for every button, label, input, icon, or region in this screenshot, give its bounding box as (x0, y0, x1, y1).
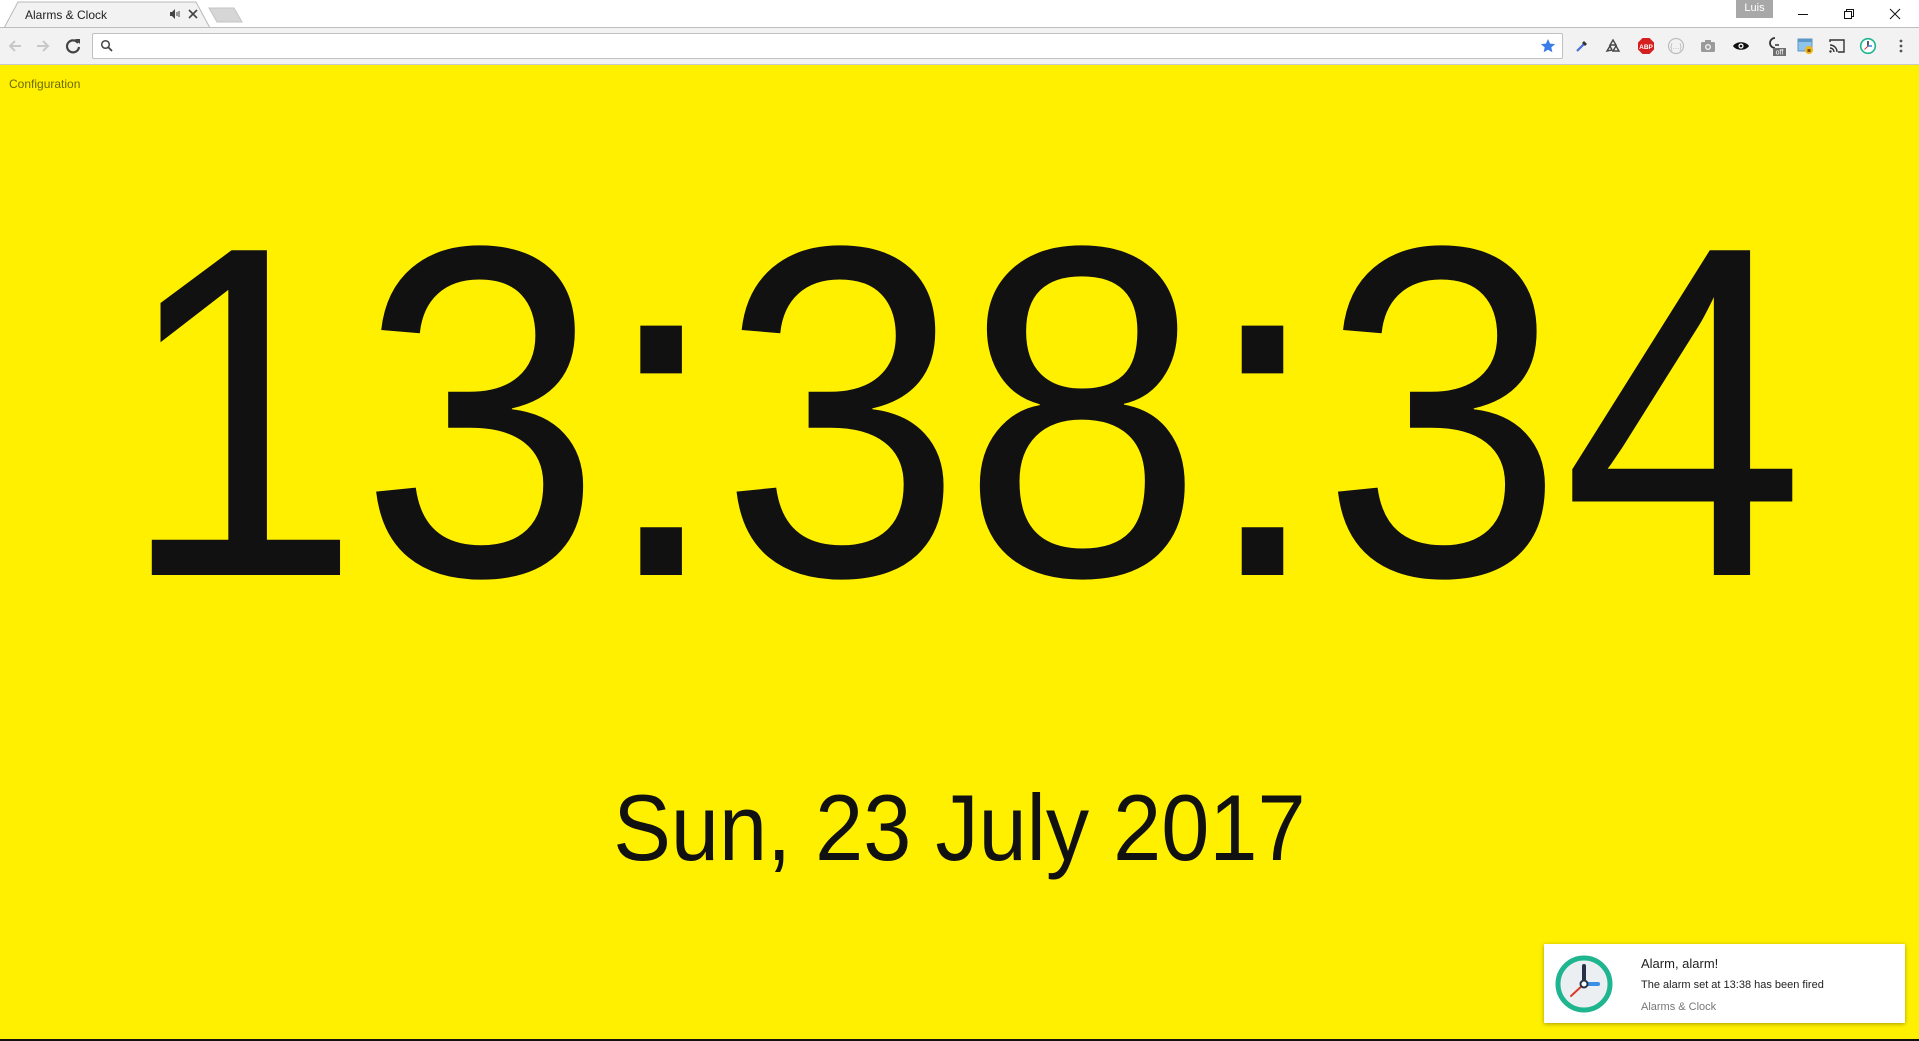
search-icon (100, 39, 113, 52)
notification-message: The alarm set at 13:38 has been fired (1641, 979, 1824, 991)
caffeine-off-icon: off (1769, 37, 1786, 57)
forward-button[interactable] (32, 35, 54, 57)
braces-icon: {…} (1667, 37, 1685, 55)
browser-toolbar: ABP {…} off (0, 28, 1919, 65)
minimize-icon (1798, 14, 1808, 15)
alarm-notification[interactable]: Alarm, alarm! The alarm set at 13:38 has… (1544, 944, 1905, 1023)
speaker-icon[interactable] (168, 7, 182, 21)
notification-title: Alarm, alarm! (1641, 956, 1719, 971)
extension-badge: off (1776, 50, 1784, 57)
current-date: Sun, 23 July 2017 (613, 775, 1306, 880)
recycle-extension[interactable] (1602, 35, 1624, 57)
cast-icon (1829, 39, 1845, 53)
current-time: 13:38:34 (118, 149, 1806, 676)
address-bar[interactable] (92, 33, 1563, 59)
new-tab-button[interactable] (208, 7, 244, 25)
tab-title: Alarms & Clock (25, 8, 108, 22)
window-lock-extension[interactable] (1795, 35, 1817, 57)
close-window-button[interactable] (1872, 0, 1918, 28)
notification-source: Alarms & Clock (1641, 1001, 1717, 1013)
screenshot-extension[interactable] (1697, 35, 1719, 57)
window-lock-icon (1797, 38, 1813, 54)
menu-icon (1899, 39, 1903, 53)
eyedropper-icon (1576, 41, 1587, 52)
restore-button[interactable] (1826, 0, 1872, 28)
tab-strip: Alarms & Clock Luis (0, 0, 1919, 29)
browser-menu-button[interactable] (1890, 35, 1912, 57)
bookmark-star-icon[interactable] (1540, 38, 1556, 54)
clock-page: Configuration 13:38:34 Sun, 23 July 2017 (0, 65, 1919, 1039)
caffeine-extension[interactable]: off (1766, 35, 1788, 57)
minimize-button[interactable] (1780, 0, 1826, 28)
cast-extension[interactable] (1826, 35, 1848, 57)
tab-alarms-clock[interactable]: Alarms & Clock (4, 1, 211, 29)
profile-badge[interactable]: Luis (1736, 0, 1773, 18)
adblock-plus-extension[interactable]: ABP (1635, 35, 1657, 57)
alarm-clock-icon (1859, 37, 1877, 55)
tab-close-icon[interactable] (186, 7, 200, 21)
eye-extension[interactable] (1730, 35, 1752, 57)
address-input[interactable] (121, 36, 1525, 58)
configuration-link[interactable]: Configuration (9, 77, 80, 91)
restore-icon (1844, 9, 1854, 19)
svg-text:ABP: ABP (1639, 44, 1653, 51)
clock-icon (1555, 955, 1613, 1013)
eyedropper-extension[interactable] (1571, 35, 1593, 57)
eye-icon (1733, 42, 1749, 50)
adblock-plus-icon: ABP (1638, 38, 1654, 54)
camera-icon (1701, 40, 1715, 52)
svg-text:{…}: {…} (1670, 44, 1682, 51)
reload-button[interactable] (62, 35, 84, 57)
close-icon (1889, 8, 1901, 20)
back-button[interactable] (4, 35, 26, 57)
braces-extension[interactable]: {…} (1665, 35, 1687, 57)
recycle-icon (1605, 38, 1621, 52)
alarms-clock-extension[interactable] (1857, 35, 1879, 57)
